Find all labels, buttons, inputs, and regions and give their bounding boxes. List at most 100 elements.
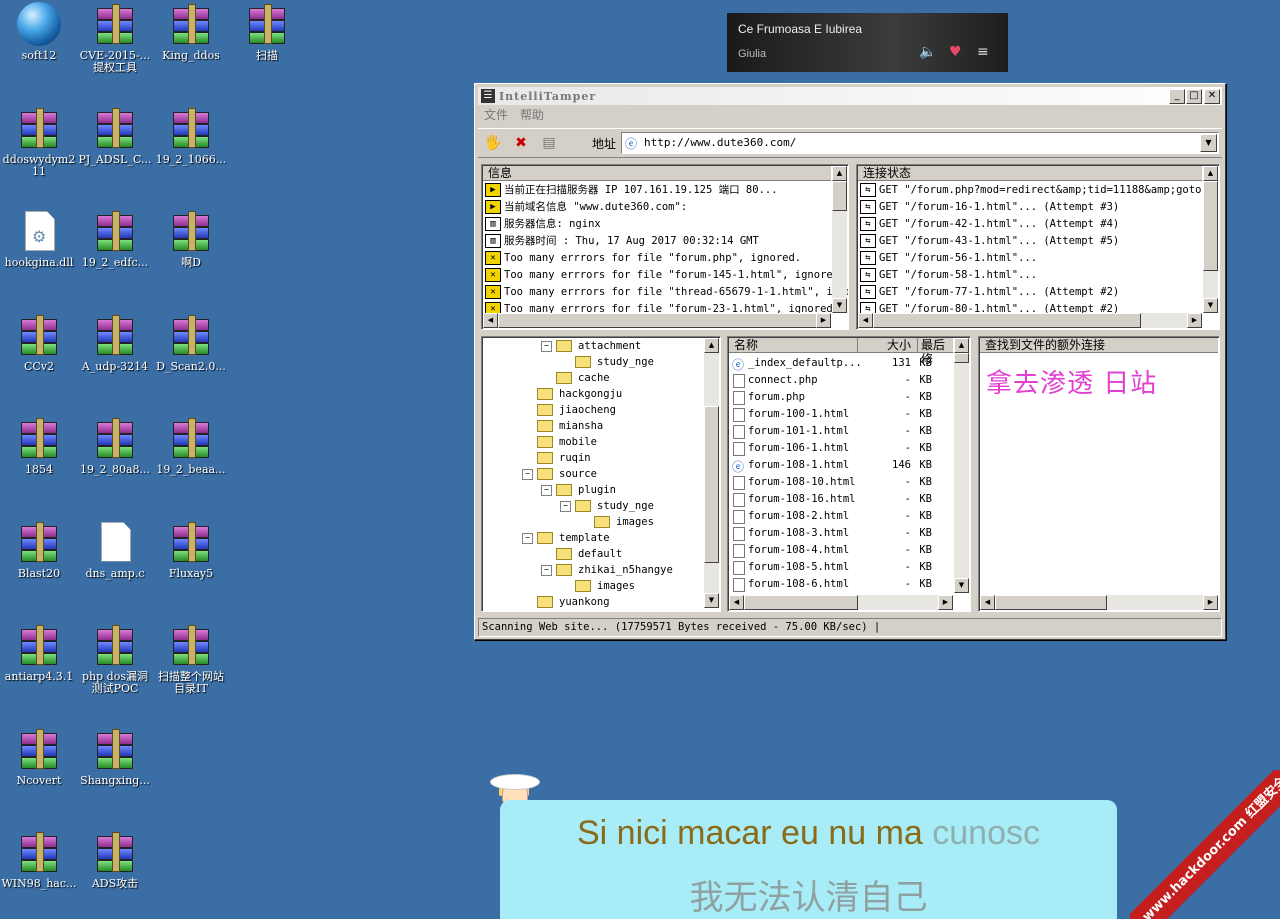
desktop-icon[interactable]: Blast20: [1, 520, 77, 580]
address-input[interactable]: ⓔ http://www.dute360.com/ ▼: [621, 132, 1219, 154]
music-player-widget[interactable]: Ce Frumoasa E Iubirea Giulia 🔈 ♥ ≡: [727, 13, 1008, 72]
tree-node[interactable]: − attachment: [541, 338, 641, 354]
heart-icon[interactable]: ♥: [949, 44, 962, 60]
desktop-icon[interactable]: CCv2: [1, 313, 77, 373]
file-row[interactable]: forum-108-6.html - KB: [730, 575, 940, 592]
info-hscroll[interactable]: ◀ ▶: [483, 313, 831, 328]
file-row[interactable]: forum-108-4.html - KB: [730, 541, 940, 558]
tree-node[interactable]: mobile: [522, 434, 597, 450]
desktop-icon[interactable]: 19_2_edfc...: [77, 209, 153, 269]
volume-icon[interactable]: 🔈: [919, 44, 936, 60]
maximize-button[interactable]: □: [1186, 89, 1202, 104]
tree-node[interactable]: − study_nge: [560, 498, 654, 514]
desktop-icon[interactable]: 啊D: [153, 209, 229, 269]
desktop-icon[interactable]: Shangxing...: [77, 727, 153, 787]
file-row[interactable]: ⓔ forum-108-1.html 146 KB: [730, 456, 940, 474]
connection-row[interactable]: ⇆ GET "/forum-77-1.html"... (Attempt #2): [860, 283, 1119, 300]
file-row[interactable]: forum-106-1.html - KB: [730, 439, 940, 456]
tree-vscroll[interactable]: ▲ ▼: [704, 338, 719, 608]
tree-node[interactable]: − zhikai_n5hangye: [541, 562, 673, 578]
connection-row[interactable]: ⇆ GET "/forum-43-1.html"... (Attempt #5): [860, 232, 1119, 249]
close-button[interactable]: ✕: [1204, 89, 1220, 104]
file-row[interactable]: forum-108-10.html - KB: [730, 473, 940, 490]
desktop-icon[interactable]: 19_2_beaa...: [153, 416, 229, 476]
desktop-icon[interactable]: King_ddos: [153, 2, 229, 62]
file-row[interactable]: forum-108-3.html - KB: [730, 524, 940, 541]
desktop-icon[interactable]: D_Scan2.0...: [153, 313, 229, 373]
info-row[interactable]: ✕ Too many errrors for file "thread-65679…: [485, 283, 848, 300]
desktop-icon[interactable]: Ncovert: [1, 727, 77, 787]
file-row[interactable]: connect.php - KB: [730, 371, 940, 388]
tree-expander-icon[interactable]: −: [541, 484, 552, 496]
col-name[interactable]: 名称: [734, 338, 758, 352]
file-row[interactable]: forum-108-2.html - KB: [730, 507, 940, 524]
info-row[interactable]: ▶ 当前正在扫描服务器 IP 107.161.19.125 端口 80...: [485, 181, 778, 198]
tree-node[interactable]: hackgongju: [522, 386, 622, 402]
connection-row[interactable]: ⇆ GET "/forum-16-1.html"... (Attempt #3): [860, 198, 1119, 215]
playlist-icon[interactable]: ≡: [977, 44, 989, 60]
address-dropdown-button[interactable]: ▼: [1200, 134, 1217, 152]
col-size[interactable]: 大小: [887, 338, 911, 352]
tree-node[interactable]: images: [560, 578, 635, 594]
desktop-icon[interactable]: ADS攻击: [77, 830, 153, 890]
connection-row[interactable]: ⇆ GET "/forum-42-1.html"... (Attempt #4): [860, 215, 1119, 232]
file-row[interactable]: forum-108-5.html - KB: [730, 558, 940, 575]
desktop-icon[interactable]: 19_2_1066...: [153, 106, 229, 166]
desktop-icon[interactable]: dns_amp.c: [77, 520, 153, 580]
tree-expander-icon[interactable]: −: [541, 564, 552, 576]
tree-expander-icon[interactable]: −: [541, 340, 552, 352]
info-vscroll[interactable]: ▲ ▼: [832, 166, 847, 313]
tree-node[interactable]: − plugin: [541, 482, 616, 498]
desktop-icon[interactable]: CVE-2015-... 提权工具: [77, 2, 153, 74]
info-row[interactable]: ▶ 当前域名信息 "www.dute360.com":: [485, 198, 687, 215]
desktop-icon[interactable]: ⚙ hookgina.dll: [1, 209, 77, 269]
connection-row[interactable]: ⇆ GET "/forum.php?mod=redirect&amp;tid=11…: [860, 181, 1219, 198]
connection-row[interactable]: ⇆ GET "/forum-58-1.html"...: [860, 266, 1037, 283]
tree-node[interactable]: study_nge: [560, 354, 654, 370]
stop-scan-icon[interactable]: ✖: [510, 132, 532, 154]
connection-vscroll[interactable]: ▲ ▼: [1203, 166, 1218, 313]
menu-help[interactable]: 帮助: [520, 106, 544, 124]
tree-node[interactable]: ruqin: [522, 450, 591, 466]
desktop-icon[interactable]: A_udp-3214: [77, 313, 153, 373]
info-row[interactable]: ✕ Too many errrors for file "forum.php", …: [485, 249, 801, 266]
tree-node[interactable]: cache: [541, 370, 610, 386]
tree-node[interactable]: jiaocheng: [522, 402, 616, 418]
minimize-button[interactable]: _: [1169, 89, 1185, 104]
connection-hscroll[interactable]: ◀ ▶: [858, 313, 1202, 328]
tree-node[interactable]: miansha: [522, 418, 603, 434]
desktop-icon[interactable]: soft12: [1, 2, 77, 62]
file-hscroll[interactable]: ◀ ▶: [729, 595, 953, 610]
start-scan-icon[interactable]: 🖐: [482, 132, 504, 154]
settings-icon[interactable]: ▤: [538, 132, 560, 154]
tree-node[interactable]: images: [579, 514, 654, 530]
info-row[interactable]: ▥ 服务器时间 : Thu, 17 Aug 2017 00:32:14 GMT: [485, 232, 759, 249]
tree-node[interactable]: − source: [522, 466, 597, 482]
menu-file[interactable]: 文件: [484, 106, 508, 124]
file-row[interactable]: ⓔ _index_defaultp... 131 KB: [730, 354, 940, 372]
info-row[interactable]: ▥ 服务器信息: nginx: [485, 215, 601, 232]
desktop-icon[interactable]: php dos漏洞 测试POC: [77, 623, 153, 695]
desktop-icon[interactable]: PJ_ADSL_C...: [77, 106, 153, 166]
info-row[interactable]: ✕ Too many errrors for file "forum-145-1.…: [485, 266, 845, 283]
extra-hscroll[interactable]: ◀ ▶: [980, 595, 1218, 610]
tree-expander-icon[interactable]: −: [522, 532, 533, 544]
desktop-icon[interactable]: antiarp4.3.1: [1, 623, 77, 683]
tree-expander-icon[interactable]: −: [522, 468, 533, 480]
desktop-icon[interactable]: 19_2_80a8...: [77, 416, 153, 476]
file-row[interactable]: forum.php - KB: [730, 388, 940, 405]
tree-node[interactable]: − template: [522, 530, 610, 546]
desktop-icon[interactable]: 扫描整个网站 目录IT: [153, 623, 229, 695]
tree-expander-icon[interactable]: −: [560, 500, 571, 512]
title-bar[interactable]: ☰ IntelliTamper _ □ ✕: [478, 87, 1222, 105]
file-vscroll[interactable]: ▲ ▼: [954, 338, 969, 593]
tree-node[interactable]: default: [541, 546, 622, 562]
connection-row[interactable]: ⇆ GET "/forum-56-1.html"...: [860, 249, 1037, 266]
desktop-icon[interactable]: 1854: [1, 416, 77, 476]
desktop-icon[interactable]: WIN98_hac...: [1, 830, 77, 890]
file-row[interactable]: forum-101-1.html - KB: [730, 422, 940, 439]
file-row[interactable]: forum-100-1.html - KB: [730, 405, 940, 422]
desktop-icon[interactable]: ddoswydym211: [1, 106, 77, 178]
desktop-icon[interactable]: 扫描: [229, 2, 305, 62]
tree-node[interactable]: yuankong: [522, 594, 610, 610]
